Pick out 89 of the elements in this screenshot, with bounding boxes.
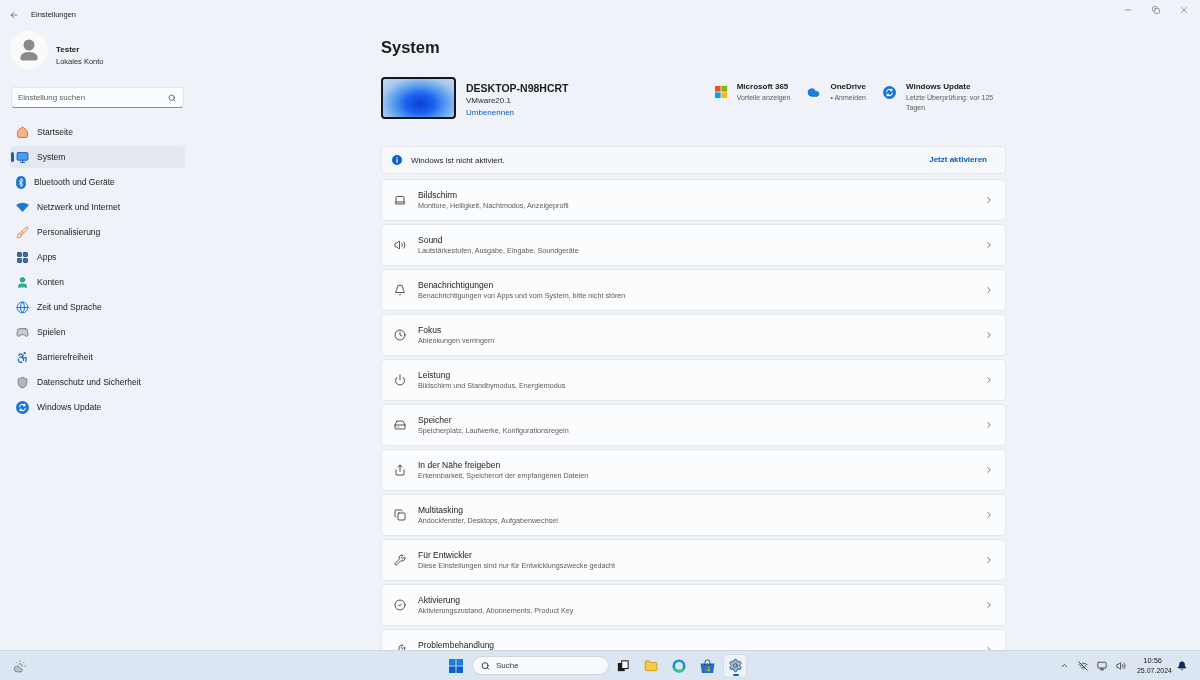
globe-icon (16, 300, 29, 314)
gamepad-icon (16, 325, 29, 339)
chevron-right-icon (984, 330, 994, 340)
search-icon (168, 93, 176, 102)
sidebar-item[interactable]: Personalisierung (10, 221, 185, 243)
chevron-right-icon (984, 600, 994, 610)
wifi-icon (16, 202, 29, 212)
row-title: Problembehandlung (418, 639, 496, 650)
service-title[interactable]: OneDrive (830, 81, 866, 93)
bell-icon (394, 284, 406, 296)
avatar-icon (10, 31, 48, 69)
drive-icon (394, 419, 406, 431)
person-icon (16, 275, 29, 289)
clock-icon (394, 329, 406, 341)
chevron-right-icon (984, 240, 994, 250)
monitor-icon[interactable] (1096, 660, 1107, 671)
power-icon (394, 374, 406, 386)
page-title: System (381, 37, 441, 58)
notice-text: Windows ist nicht aktiviert. (411, 155, 505, 165)
chevron-right-icon (984, 420, 994, 430)
brush-icon (16, 225, 29, 239)
bell-icon[interactable] (1177, 660, 1187, 671)
house-icon (16, 125, 29, 139)
shopping-bag-icon (699, 658, 715, 673)
sidebar-item[interactable]: Zeit und Sprache (10, 296, 185, 318)
row-title: Bildschirm (418, 189, 459, 201)
activate-link[interactable]: Jetzt aktivieren (929, 154, 987, 166)
row-title: Leistung (418, 369, 452, 381)
ring-icon (672, 658, 686, 673)
accessibility-icon (16, 350, 29, 364)
sidebar-item[interactable]: System (10, 146, 185, 168)
chevron-up-icon[interactable] (1059, 661, 1069, 670)
sync-icon (883, 86, 896, 99)
chevron-right-icon (984, 195, 994, 205)
row-title: Multitasking (418, 504, 464, 516)
chevron-right-icon (984, 555, 994, 565)
chevron-right-icon (984, 285, 994, 295)
stacked-squares-icon (394, 509, 406, 521)
service-title[interactable]: Microsoft 365 (736, 81, 791, 93)
row-title: Sound (418, 234, 444, 246)
wifi-off-icon[interactable] (1077, 660, 1088, 671)
row-title: Benachrichtigungen (418, 279, 495, 291)
grid-icon (16, 250, 29, 264)
rename-link[interactable]: Umbenennen (466, 107, 515, 119)
bluetooth-icon (16, 175, 26, 189)
sidebar-item[interactable]: Apps (10, 246, 185, 268)
user-name: Tester (56, 45, 81, 55)
sidebar-item[interactable]: Datenschutz und Sicherheit (10, 371, 185, 393)
search-field[interactable]: Einstellung suchen (11, 87, 184, 108)
close-icon[interactable] (1179, 5, 1189, 15)
cloud-sun-icon[interactable] (13, 658, 27, 673)
wrench-icon (394, 554, 406, 566)
folder-icon (644, 658, 658, 673)
windows-logo-icon[interactable] (449, 658, 463, 673)
squares-icon (617, 659, 629, 672)
sidebar-item[interactable]: Netzwerk und Internet (10, 196, 185, 218)
sidebar-item[interactable]: Konten (10, 271, 185, 293)
speaker-icon[interactable] (1115, 660, 1126, 671)
row-title: Für Entwickler (418, 549, 473, 561)
chevron-right-icon (984, 510, 994, 520)
speaker-icon (394, 239, 406, 251)
info-icon (392, 155, 402, 165)
shield-icon (16, 375, 29, 389)
search-icon (481, 661, 490, 670)
sidebar-item[interactable]: Bluetooth und Geräte (10, 171, 185, 193)
sidebar-item[interactable]: Barrierefreiheit (10, 346, 185, 368)
settings-row[interactable]: Problembehandlung (381, 629, 1006, 650)
device-model: VMware20.1 (466, 95, 511, 107)
sync-icon (16, 400, 29, 414)
service-title[interactable]: Windows Update (906, 81, 1006, 93)
gear-icon (727, 658, 743, 673)
device-name: DESKTOP-N98HCRT (466, 81, 569, 95)
chevron-right-icon (984, 465, 994, 475)
monitor-icon (16, 150, 29, 164)
row-title: Aktivierung (418, 594, 462, 606)
row-title: Fokus (418, 324, 443, 336)
back-arrow-icon[interactable] (9, 10, 19, 20)
row-title: In der Nähe freigeben (418, 459, 502, 471)
cloud-icon (807, 86, 821, 99)
row-title: Speicher (418, 414, 453, 426)
chevron-right-icon (984, 375, 994, 385)
sidebar-item[interactable]: Spielen (10, 321, 185, 343)
sidebar-item[interactable]: Startseite (10, 121, 185, 143)
four-squares-logo-icon (714, 86, 727, 98)
sidebar-item[interactable]: Windows Update (10, 396, 185, 418)
taskbar-search-field[interactable]: Suche (472, 656, 609, 675)
check-circle-icon (394, 599, 406, 611)
share-icon (394, 464, 406, 476)
laptop-icon (394, 194, 406, 206)
